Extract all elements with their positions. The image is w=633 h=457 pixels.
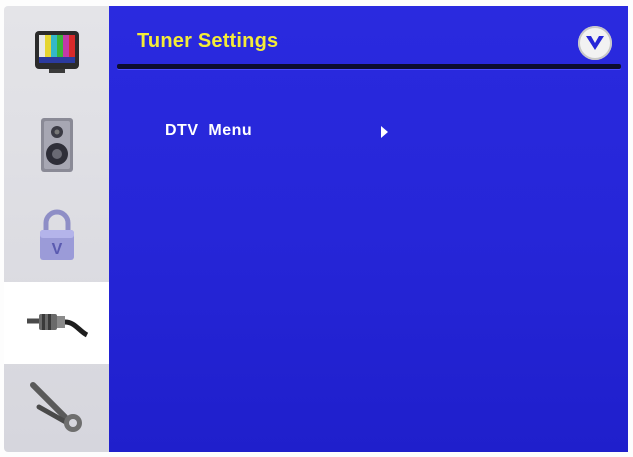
coax-cable-icon (26, 314, 88, 338)
tv-color-bars-icon (34, 31, 79, 73)
vizio-v-logo-icon (578, 26, 612, 60)
panel-header: Tuner Settings (109, 6, 628, 62)
svg-text:V: V (51, 241, 62, 258)
sidebar-item-picture[interactable] (4, 12, 109, 94)
settings-panel: Tuner Settings DTV Menu (109, 6, 628, 452)
right-triangle-icon (381, 126, 388, 138)
padlock-icon: V (39, 209, 74, 260)
category-sidebar: V (4, 6, 109, 452)
sidebar-item-tuner[interactable] (4, 282, 109, 364)
sidebar-item-parental-lock[interactable]: V (4, 194, 109, 276)
header-divider (117, 64, 621, 69)
sidebar-item-setup[interactable] (4, 366, 109, 448)
page-title: Tuner Settings (137, 30, 279, 52)
sidebar-item-audio[interactable] (4, 104, 109, 186)
wrench-icon (29, 382, 82, 432)
osd-frame: V Tuner Settings DTV Menu (0, 0, 633, 457)
menu-item-label: DTV Menu (165, 122, 253, 139)
menu-item-dtv-menu[interactable]: DTV Menu (165, 116, 395, 144)
speaker-icon (40, 118, 73, 172)
